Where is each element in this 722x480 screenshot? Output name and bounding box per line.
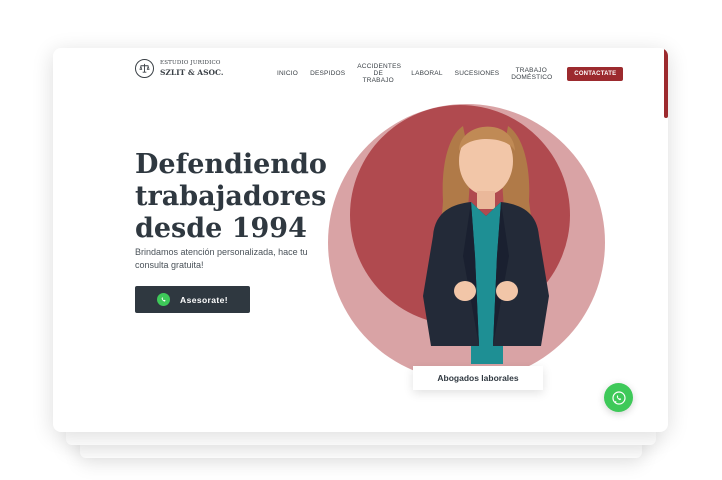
hero-title: Defendiendo trabajadores desde 1994 [135,149,335,245]
hero-title-line: trabajadores [135,181,327,212]
whatsapp-icon [611,390,626,405]
hero-title-line: Defendiendo [135,149,327,180]
asesorate-button-label: Asesorate! [180,294,228,305]
asesorate-button[interactable]: Asesorate! [135,286,250,313]
logo-name: SZLIT & ASOC. [160,67,224,77]
website-preview-window: ESTUDIO JURIDICO SZLIT & ASOC. INICIO DE… [53,48,668,432]
nav-item-inicio[interactable]: INICIO [277,70,298,77]
nav-item-accidentes-de-trabajo[interactable]: ACCIDENTES DE TRABAJO [357,63,401,84]
whatsapp-floating-button[interactable] [604,383,633,412]
nav-item-despidos[interactable]: DESPIDOS [310,70,345,77]
nav-item-trabajo-domestico[interactable]: TRABAJO DOMÉSTICO [511,67,552,81]
main-nav: INICIO DESPIDOS ACCIDENTES DE TRABAJO LA… [277,63,624,84]
contact-button[interactable]: CONTACTATE [567,66,624,81]
logo-subtitle: ESTUDIO JURIDICO [160,60,221,66]
nav-item-sucesiones[interactable]: SUCESIONES [455,70,500,77]
lawyer-portrait-image [423,126,549,364]
hero-subtitle: Brindamos atención personalizada, hace t… [135,247,308,270]
image-caption-card: Abogados laborales [413,366,543,390]
hero-title-line: desde 1994 [135,213,307,244]
scrollbar-thumb[interactable] [664,48,668,118]
site-logo[interactable]: ESTUDIO JURIDICO SZLIT & ASOC. [135,59,223,78]
nav-item-laboral[interactable]: LABORAL [411,70,442,77]
whatsapp-icon [157,293,171,306]
scales-of-justice-icon [135,59,154,78]
